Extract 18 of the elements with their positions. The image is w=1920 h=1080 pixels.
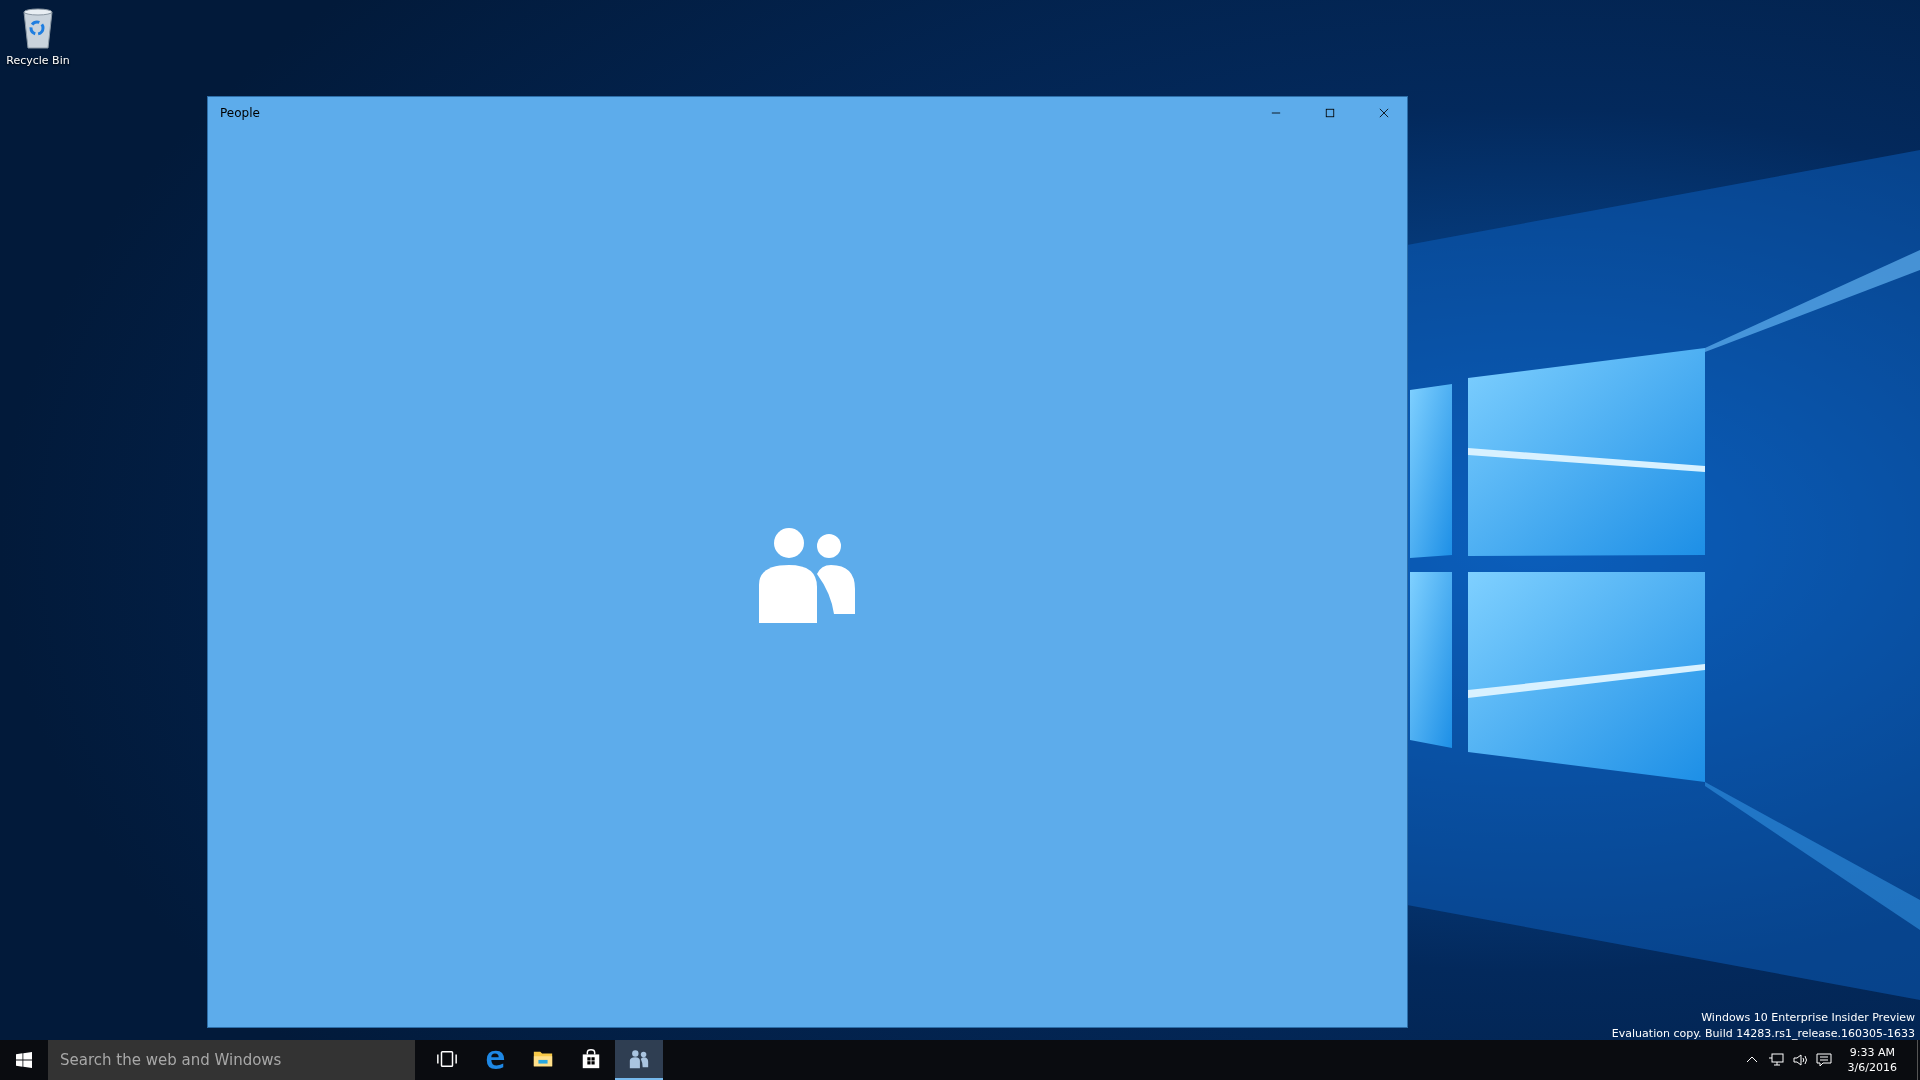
taskbar-button[interactable]	[615, 1040, 663, 1080]
shopping-bag-icon	[580, 1048, 602, 1070]
notifications-icon[interactable]	[1815, 1052, 1832, 1068]
network-icon[interactable]	[1767, 1052, 1784, 1068]
close-icon[interactable]	[1379, 108, 1389, 118]
task-view-icon	[436, 1048, 458, 1070]
clock[interactable]: 9:33 AM 3/6/2016	[1839, 1045, 1905, 1075]
browser-icon	[484, 1048, 506, 1070]
volume-icon[interactable]	[1791, 1052, 1808, 1068]
people-icon	[628, 1048, 650, 1070]
people-icon	[758, 525, 857, 623]
build-info-text: Windows 10 Enterprise Insider Preview	[1701, 1011, 1915, 1024]
desktop-icon-label[interactable]: Recycle Bin	[6, 54, 70, 67]
build-info-text: Evaluation copy. Build 14283.rs1_release.160305-1633	[1611, 1027, 1915, 1040]
maximize-icon[interactable]	[1325, 108, 1335, 118]
window-title: People	[220, 106, 260, 120]
search-field[interactable]: Search the web and Windows	[48, 1040, 415, 1080]
start-icon[interactable]	[16, 1052, 32, 1068]
